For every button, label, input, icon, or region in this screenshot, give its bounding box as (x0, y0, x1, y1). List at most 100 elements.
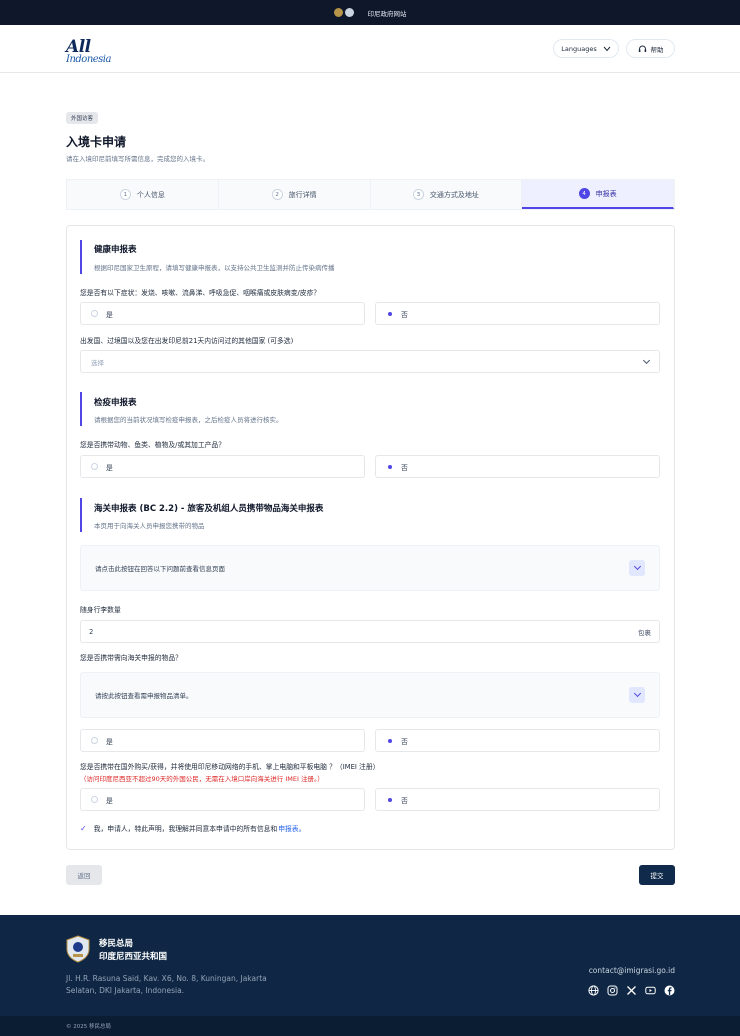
garuda-emblem-icon (333, 8, 343, 17)
symptoms-question: 您是否有以下症状：发烧、咳嗽、流鼻涕、呼吸急促、咽喉痛或皮肤病变/皮疹？ (80, 289, 321, 297)
select-placeholder: 选择 (91, 358, 104, 367)
chevron-down-icon (603, 46, 611, 51)
radio-label: 是 (106, 737, 113, 746)
quarantine-section-bar (80, 392, 82, 426)
symptoms-no-radio[interactable]: 否 (375, 302, 660, 325)
step-transport-address[interactable]: 3 交通方式及地址 (371, 180, 523, 209)
customs-section-title: 海关申报表 (BC 2.2) - 旅客及机组人员携带物品海关申报表 (94, 504, 324, 514)
gov-site-label: 印尼政府网站 (367, 9, 407, 18)
customs-info-accordion[interactable]: 请点击此按钮在回答以下问题前查看信息页面 (80, 545, 660, 591)
goods-no-radio[interactable]: 否 (375, 729, 660, 752)
health-section-title: 健康申报表 (94, 245, 137, 255)
goods-list-accordion[interactable]: 请按此按钮查看需申报物品清单。 (80, 672, 660, 718)
symptoms-yes-radio[interactable]: 是 (80, 302, 365, 325)
radio-label: 否 (401, 310, 408, 319)
footer-address: Jl. H.R. Rasuna Said, Kav. X6, No. 8, Ku… (66, 974, 267, 995)
health-section-bar (80, 240, 82, 274)
instagram-icon[interactable] (607, 981, 618, 996)
step-number: 2 (271, 189, 283, 200)
step-label: 申报表 (595, 189, 617, 198)
goods-yes-radio[interactable]: 是 (80, 729, 365, 752)
radio-selected-dot (387, 464, 392, 469)
accordion-label: 请点击此按钮在回答以下问题前查看信息页面 (95, 565, 225, 573)
imei-no-radio[interactable]: 否 (375, 788, 660, 811)
help-label: 帮助 (650, 45, 664, 54)
step-number: 3 (412, 189, 424, 200)
radio-label: 否 (401, 463, 408, 472)
social-links (588, 981, 675, 996)
input-value: 2 (89, 627, 94, 636)
footer-email-link[interactable]: contact@imigrasi.go.id (589, 966, 675, 975)
step-number: 1 (119, 189, 131, 200)
consent-text: 我，申请人，特此声明，我理解并同意本申请中的所有信息和 (93, 825, 278, 833)
languages-label: Languages (561, 44, 597, 53)
radio-label: 否 (401, 796, 408, 805)
site-footer: 移民总局 印度尼西亚共和国 Jl. H.R. Rasuna Said, Kav.… (0, 915, 740, 1016)
step-travel-details[interactable]: 2 旅行详情 (219, 180, 371, 209)
page-title: 入境卡申请 (66, 135, 127, 149)
radio-circle (91, 737, 98, 744)
baggage-count-input[interactable]: 2 包裹 (80, 620, 660, 643)
radio-circle (91, 310, 98, 317)
submit-button[interactable]: 提交 (639, 865, 675, 885)
step-label: 个人信息 (136, 190, 165, 199)
checkmark-icon: ✓ (80, 823, 87, 833)
radio-selected-dot (387, 738, 392, 743)
animals-yes-radio[interactable]: 是 (80, 455, 365, 478)
baggage-count-label: 随身行李数量 (80, 606, 121, 614)
immigration-emblem-icon (344, 8, 354, 17)
expand-button[interactable] (629, 560, 645, 576)
customs-section-bar (80, 498, 82, 532)
customs-section-desc: 本页用于向海关人员申报您携带的物品 (94, 522, 205, 530)
footer-country-name: 印度尼西亚共和国 (99, 952, 168, 962)
site-header: All Indonesia Languages 帮助 (0, 25, 740, 73)
copyright-text: © 2025 移民总局 (66, 1024, 111, 1030)
x-icon[interactable] (626, 981, 637, 995)
radio-selected-dot (387, 311, 392, 316)
quarantine-section-title: 检疫申报表 (94, 398, 137, 408)
headset-icon (638, 45, 646, 52)
all-indonesia-logo[interactable]: All Indonesia (66, 37, 111, 77)
countries-question: 出发国、过境国以及您在出发印尼前21天内访问过的其他国家 (可多选) (80, 337, 294, 345)
radio-label: 是 (106, 310, 113, 319)
footer-org-name: 移民总局 (99, 939, 134, 949)
youtube-icon[interactable] (645, 981, 656, 995)
radio-selected-dot (387, 797, 392, 802)
step-number: 4 (578, 188, 590, 199)
immigration-emblem-icon (66, 935, 90, 963)
globe-icon[interactable] (588, 981, 599, 996)
back-button[interactable]: 返回 (66, 865, 102, 885)
accordion-label: 请按此按钮查看需申报物品清单。 (95, 692, 193, 700)
visitor-type-badge: 外国访客 (66, 112, 99, 124)
radio-circle (91, 796, 98, 803)
gov-emblems (333, 8, 354, 17)
step-personal-info[interactable]: 1 个人信息 (67, 180, 219, 209)
languages-button[interactable]: Languages (553, 39, 619, 58)
step-label: 交通方式及地址 (429, 190, 479, 199)
expand-button[interactable] (629, 687, 645, 703)
imei-yes-radio[interactable]: 是 (80, 788, 365, 811)
imei-note: （访问印度尼西亚不超过90天的外国公民，无需在入境口岸向海关进行 IMEI 注册… (80, 775, 324, 783)
help-button[interactable]: 帮助 (626, 39, 675, 58)
page-subtitle: 请在入境印尼前填写所需信息，完成您的入境卡。 (66, 155, 209, 163)
declaration-link[interactable]: 申报表。 (278, 823, 305, 833)
countries-select[interactable]: 选择 (80, 350, 660, 373)
health-section-desc: 根据印尼国家卫生原程，请填写健康申报表，以支持公共卫生监测并防止传染病传播 (94, 264, 335, 272)
step-declaration[interactable]: 4 申报表 (522, 180, 674, 209)
imei-question: 您是否携带在国外购买/获得，并将使用印尼移动网络的手机、掌上电脑和平板电脑 ？（… (80, 763, 380, 771)
radio-label: 否 (401, 737, 408, 746)
facebook-icon[interactable] (664, 981, 675, 996)
quarantine-section-desc: 请根据您的当前状况填写检疫申报表，之后检疫人员将进行核实。 (94, 416, 283, 424)
chevron-down-icon (633, 562, 641, 571)
form-stepper: 1 个人信息 2 旅行详情 3 交通方式及地址 4 申报表 (66, 179, 675, 210)
animals-plants-question: 您是否携带动物、鱼类、植物及/或其加工产品？ (80, 441, 226, 449)
declarable-goods-question: 您是否携带需向海关申报的物品？ (80, 654, 182, 662)
radio-label: 是 (106, 796, 113, 805)
copyright-bar: © 2025 移民总局 (0, 1016, 740, 1036)
animals-no-radio[interactable]: 否 (375, 455, 660, 478)
consent-checkbox[interactable]: ✓ 我，申请人，特此声明，我理解并同意本申请中的所有信息和 申报表。 (80, 823, 305, 834)
step-label: 旅行详情 (288, 190, 317, 199)
radio-circle (91, 463, 98, 470)
radio-label: 是 (106, 463, 113, 472)
chevron-down-icon (633, 689, 641, 698)
